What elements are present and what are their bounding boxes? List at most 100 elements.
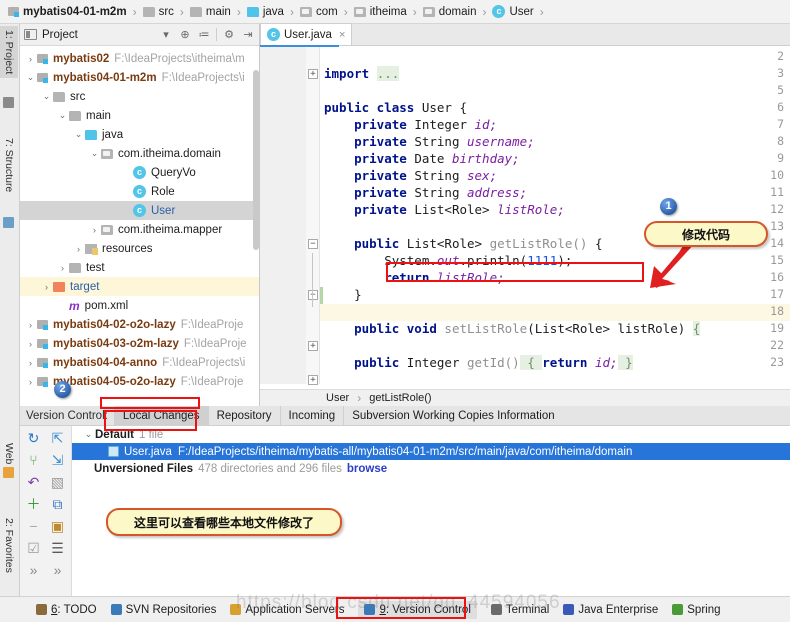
editor-breadcrumb-item[interactable]: getListRole() — [369, 392, 431, 404]
code-fold-toggle[interactable]: + — [308, 341, 318, 351]
breadcrumb: mybatis04-01-m2m › src › main › java › com › ithei… — [0, 0, 790, 24]
tree-expand-arrow[interactable]: › — [88, 225, 101, 235]
show-diff-icon[interactable]: ▧ — [49, 474, 66, 491]
settings-gear-icon[interactable]: ⚙ — [222, 28, 236, 41]
tree-node-mybatis04-04-anno[interactable]: › mybatis04-04-anno F:\IdeaProjects\i — [20, 353, 259, 372]
code-view[interactable]: 2 3 import ... 5 6 public class User {7 priva… — [260, 46, 790, 385]
expand-all-icon[interactable]: ⇱ — [49, 430, 66, 447]
tree-node-mybatis04-01-m2m[interactable]: ⌄ mybatis04-01-m2m F:\IdeaProjects\i — [20, 68, 259, 87]
tree-node-resources[interactable]: › resources — [20, 239, 259, 258]
browse-link[interactable]: browse — [347, 463, 387, 475]
code-fold-toggle[interactable]: + — [308, 375, 318, 385]
tool-tab-favorites[interactable]: 2: Favorites — [0, 514, 18, 577]
breadcrumb-separator: › — [289, 4, 294, 19]
tree-expand-arrow[interactable]: ⌄ — [88, 148, 101, 159]
status-bar-item-javaenterprise[interactable]: Java Enterprise — [563, 604, 658, 616]
editor-tab-user-java[interactable]: c User.java × — [260, 23, 353, 45]
unversioned-files-row[interactable]: Unversioned Files 478 directories and 29… — [72, 460, 790, 477]
code-fold-toggle[interactable]: − — [308, 239, 318, 249]
tool-tab-structure[interactable]: 7: Structure — [0, 134, 18, 196]
tree-node-mybatis04-03-o2m-lazy[interactable]: › mybatis04-03-o2m-lazy F:\IdeaProje — [20, 334, 259, 353]
tree-node-test[interactable]: › test — [20, 258, 259, 277]
breadcrumb-item-domain[interactable]: domain — [421, 6, 479, 18]
tree-expand-arrow[interactable]: › — [24, 377, 37, 387]
tree-node-com-itheima-mapper[interactable]: › com.itheima.mapper — [20, 220, 259, 239]
more-left-icon[interactable]: » — [25, 562, 42, 579]
tree-expand-arrow[interactable]: › — [24, 54, 37, 64]
tree-node-path: F:\IdeaProjects\i — [162, 356, 246, 369]
locate-icon[interactable]: ⊕ — [178, 28, 192, 41]
view-options-dropdown[interactable]: ▾ — [159, 28, 173, 41]
delete-changelist-icon[interactable]: − — [25, 518, 42, 535]
tree-node-target[interactable]: › target — [20, 277, 259, 296]
project-tree[interactable]: › mybatis02 F:\IdeaProjects\itheima\m ⌄ myba… — [20, 46, 259, 406]
module-icon — [37, 72, 48, 83]
copy-icon[interactable]: ⧉ — [49, 496, 66, 513]
status-bar-item-svnrepositories[interactable]: SVN Repositories — [110, 604, 216, 616]
new-changelist-icon[interactable]: ＋ — [25, 496, 42, 513]
tree-expand-arrow[interactable]: ⌄ — [40, 91, 53, 102]
code-token: { — [519, 355, 543, 370]
tree-node-com-itheima-domain[interactable]: ⌄ com.itheima.domain — [20, 144, 259, 163]
folder-icon — [69, 110, 81, 121]
tree-node-pom-xml[interactable]: m pom.xml — [20, 296, 259, 315]
rollback-icon[interactable]: ↶ — [25, 474, 42, 491]
tree-expand-arrow[interactable]: › — [56, 263, 69, 273]
vcs-tab-repository[interactable]: Repository — [207, 405, 280, 426]
breadcrumb-item-itheima[interactable]: itheima — [352, 6, 409, 18]
tree-node-mybatis02[interactable]: › mybatis02 F:\IdeaProjects\itheima\m — [20, 49, 259, 68]
shelve-icon[interactable]: ▣ — [49, 518, 66, 535]
tree-expand-arrow[interactable]: › — [40, 282, 53, 292]
breadcrumb-item-com[interactable]: com — [298, 6, 340, 18]
collapse-all-icon[interactable]: ≔ — [197, 28, 211, 41]
status-bar-item-todo[interactable]: 6: TODO — [36, 604, 97, 616]
group-by-icon[interactable]: ☰ — [49, 540, 66, 557]
tree-expand-arrow[interactable]: ⌄ — [72, 129, 85, 140]
tree-expand-arrow[interactable]: ⌄ — [56, 110, 69, 121]
tree-expand-arrow[interactable]: › — [24, 339, 37, 349]
code-token: username; — [467, 134, 535, 149]
hide-panel-icon[interactable]: ⇥ — [241, 28, 255, 41]
commit-icon[interactable]: ⑂ — [25, 452, 42, 469]
tree-node-java[interactable]: ⌄ java — [20, 125, 259, 144]
tree-node-main[interactable]: ⌄ main — [20, 106, 259, 125]
status-bar-item-spring[interactable]: Spring — [672, 603, 721, 616]
code-fold-toggle[interactable]: − — [308, 290, 318, 300]
tree-expand-arrow[interactable]: › — [24, 358, 37, 368]
tree-node-role[interactable]: c Role — [20, 182, 259, 201]
code-line: private String sex; — [324, 168, 497, 183]
chevron-down-icon[interactable]: ⌄ — [82, 429, 95, 440]
tree-node-src[interactable]: ⌄ src — [20, 87, 259, 106]
vcs-tab-localchanges[interactable]: Local Changes — [113, 405, 208, 426]
code-fold-toggle[interactable]: + — [308, 69, 318, 79]
tree-node-user[interactable]: c User — [20, 201, 259, 220]
changelist-row[interactable]: ⌄ Default 1 file — [72, 426, 790, 443]
editor-breadcrumb-item[interactable]: User — [326, 392, 349, 404]
java-file-icon — [108, 446, 119, 457]
refresh-icon[interactable]: ↻ — [25, 430, 42, 447]
vcs-tab-incoming[interactable]: Incoming — [279, 405, 344, 426]
select-checkbox-icon[interactable]: ☑ — [25, 540, 42, 557]
breadcrumb-item-java[interactable]: java — [245, 6, 286, 18]
code-token: System. — [324, 253, 437, 268]
collapse-all-icon[interactable]: ⇲ — [49, 452, 66, 469]
tree-expand-arrow[interactable]: ⌄ — [24, 72, 37, 83]
breadcrumb-item-user[interactable]: c User — [490, 5, 535, 18]
tree-expand-arrow[interactable]: › — [72, 244, 85, 254]
vcs-tab-subversionworkingcopiesinformation[interactable]: Subversion Working Copies Information — [343, 405, 562, 426]
java-enterprise-icon — [563, 604, 575, 615]
tree-node-queryvo[interactable]: c QueryVo — [20, 163, 259, 182]
breadcrumb-item-src[interactable]: src — [141, 6, 176, 18]
tree-node-mybatis04-02-o2o-lazy[interactable]: › mybatis04-02-o2o-lazy F:\IdeaProje — [20, 315, 259, 334]
status-bar-item-label: Spring — [687, 603, 721, 616]
tree-expand-arrow[interactable]: › — [24, 320, 37, 330]
tool-tab-project[interactable]: 1: Project — [0, 26, 18, 79]
breadcrumb-item-main[interactable]: main — [188, 6, 233, 18]
changed-file-row[interactable]: User.java F:/IdeaProjects/itheima/mybati… — [72, 443, 790, 460]
more-right-icon[interactable]: » — [49, 562, 66, 579]
project-tree-scrollbar[interactable] — [253, 70, 259, 250]
breadcrumb-item-mybatis04-01-m2m[interactable]: mybatis04-01-m2m — [6, 6, 129, 18]
tool-tab-web[interactable]: Web — [0, 439, 18, 468]
close-icon[interactable]: × — [339, 29, 345, 41]
code-token: private — [324, 151, 415, 166]
